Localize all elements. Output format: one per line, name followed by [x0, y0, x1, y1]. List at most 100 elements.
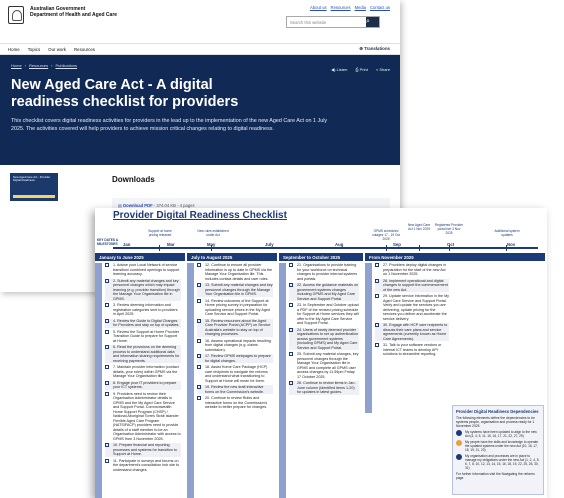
people-icon: [456, 440, 462, 446]
checkbox[interactable]: [197, 354, 201, 358]
link-media[interactable]: Media: [355, 5, 366, 10]
checklist-item-text: 20. Continue to review Rules and interac…: [205, 396, 268, 409]
checkbox[interactable]: [289, 381, 293, 385]
checklist-item-text: 25. Submit any material changes, key per…: [297, 352, 359, 379]
search-button[interactable]: ⌕: [366, 17, 379, 27]
crumb-home[interactable]: Home: [11, 63, 22, 68]
checklist-item-text: 28. Implement operational and digital ch…: [383, 278, 448, 292]
checkbox[interactable]: [289, 352, 293, 356]
checklist-item: 13. Submit any material changes and key …: [197, 283, 273, 297]
checkbox[interactable]: [197, 298, 201, 303]
checklist-item-text: 14. Review outcomes of the Support at Ho…: [205, 298, 270, 317]
dependency-text: My organisation and processes are in pla…: [465, 454, 540, 470]
milestone-new-act: New Aged Care Act 1 Nov 2025: [407, 223, 431, 231]
month-aug: Aug: [335, 242, 344, 247]
column-jan-jun: January to June 2025 1. Advise your Loca…: [95, 253, 185, 498]
checkbox[interactable]: [289, 263, 293, 267]
nav-our-work[interactable]: Our work: [48, 47, 66, 52]
checkbox[interactable]: [105, 303, 109, 307]
checkbox[interactable]: [289, 303, 293, 307]
checkbox[interactable]: [105, 443, 109, 447]
search-box[interactable]: Search this website ⌕: [286, 16, 380, 28]
link-about[interactable]: About us: [310, 5, 327, 10]
nav-topics[interactable]: Topics: [28, 47, 40, 52]
checklist-item: 29. Update service information in the My…: [375, 294, 449, 321]
checkbox[interactable]: [375, 323, 379, 327]
checklist-item: 23. In September and October upload a PD…: [289, 303, 359, 326]
link-contact[interactable]: Contact us: [370, 5, 390, 10]
checklist-item-text: 1. Advise your Local Network of service …: [113, 263, 180, 276]
organisation-icon: [456, 454, 462, 460]
agency-name[interactable]: Australian Government Department of Heal…: [30, 6, 117, 18]
checkbox[interactable]: [375, 294, 379, 298]
nav-home[interactable]: Home: [8, 47, 20, 52]
category-band: [187, 263, 194, 498]
checkbox[interactable]: [197, 283, 201, 287]
listen-label: Listen: [336, 67, 348, 72]
document-thumbnail[interactable]: New Aged Care Act - Provider Digital Rea…: [10, 173, 58, 201]
column-header: September to October 2025: [279, 253, 363, 261]
checklist-document: Provider Digital Readiness Checklist Sup…: [95, 208, 547, 498]
checklist-item-text: 23. In September and October upload a PD…: [297, 303, 359, 325]
checklist-item-text: 7. Maintain provider information (contac…: [113, 365, 179, 378]
systems-icon: [456, 430, 462, 436]
checklist-item: 20. Continue to review Rules and interac…: [197, 396, 273, 410]
checklist-item: 9. Providers need to review their Organi…: [105, 391, 181, 442]
checklist-item: 24. Users of newly deemed provider organ…: [289, 327, 359, 350]
screenshot-stage: Australian Government Department of Heal…: [0, 0, 564, 498]
dependency-systems: My systems have been updated to align to…: [453, 428, 543, 438]
column-header: July to August 2025: [187, 253, 277, 261]
checkbox[interactable]: [105, 365, 109, 369]
search-input[interactable]: Search this website: [287, 17, 366, 27]
checkbox[interactable]: [375, 278, 379, 283]
column-items: 21. Organisations to provide training fo…: [279, 263, 363, 498]
page-intro: This checklist covers digital readiness …: [11, 118, 328, 132]
checkbox[interactable]: [289, 283, 293, 287]
checklist-item: 3. Review deeming information and regist…: [105, 303, 181, 317]
checkbox[interactable]: [197, 318, 201, 323]
checklist-item-text: 31. Talk to your software vendors or int…: [383, 343, 442, 356]
checkbox[interactable]: [105, 391, 109, 396]
checklist-item-text: 11. Participate in surveys and forums on…: [113, 458, 180, 472]
column-header: January to June 2025: [95, 253, 185, 261]
checklist-item-text: 4. Review the Guide to Digital Changes f…: [113, 318, 180, 328]
checkbox[interactable]: [105, 318, 109, 323]
checklist-item: 18. Assist Home Care Package (HCP) care …: [197, 365, 273, 383]
checklist-item-text: 17. Review GPMS webpages to prepare for …: [205, 354, 271, 363]
checkbox[interactable]: [375, 263, 379, 267]
category-band: [279, 263, 286, 498]
checklist-item: 2. Submit any material changes and key p…: [105, 278, 181, 301]
print-button[interactable]: ⎙ Print: [355, 67, 368, 72]
crumb-publications[interactable]: Publications: [55, 63, 77, 68]
dependencies-intro: The following elements define the depend…: [456, 416, 535, 428]
checklist-item: 25. Submit any material changes, key per…: [289, 352, 359, 379]
checkbox[interactable]: [289, 327, 293, 332]
checkbox[interactable]: [197, 338, 201, 343]
checkbox[interactable]: [197, 365, 201, 369]
checklist-item: 28. Implement operational and digital ch…: [375, 278, 449, 292]
checkbox[interactable]: [197, 263, 201, 267]
checkbox[interactable]: [105, 345, 109, 349]
checkbox[interactable]: [105, 458, 109, 463]
checkbox[interactable]: [197, 385, 201, 389]
month-july: July: [265, 242, 274, 247]
dependencies-box: Provider Digital Readiness Dependencies …: [452, 405, 544, 495]
listen-button[interactable]: ◀) Listen: [331, 67, 347, 72]
milestone-rules: New rules established under Act: [197, 229, 229, 237]
checkbox[interactable]: [105, 263, 109, 267]
checkbox[interactable]: [105, 329, 109, 334]
hero-banner: Home › Resources › Publications ◀) Listen …: [0, 55, 400, 165]
checkbox[interactable]: [197, 396, 201, 400]
column-sep-oct: September to October 2025 21. Organisati…: [279, 253, 363, 498]
milestone-pricing: Support at home pricing released: [148, 229, 172, 237]
checkbox[interactable]: [105, 278, 109, 283]
crumb-resources[interactable]: Resources: [29, 63, 48, 68]
column-header: From November 2025: [365, 253, 545, 261]
nav-translations[interactable]: ⊕ Translations: [359, 46, 390, 52]
checkbox[interactable]: [105, 380, 109, 385]
checkbox[interactable]: [375, 343, 379, 347]
link-resources[interactable]: Resources: [331, 5, 351, 10]
nav-resources[interactable]: Resources: [74, 47, 95, 52]
share-button[interactable]: < Share: [376, 67, 390, 72]
checklist-item: 30. Engage with HCP care recipients to d…: [375, 323, 449, 341]
